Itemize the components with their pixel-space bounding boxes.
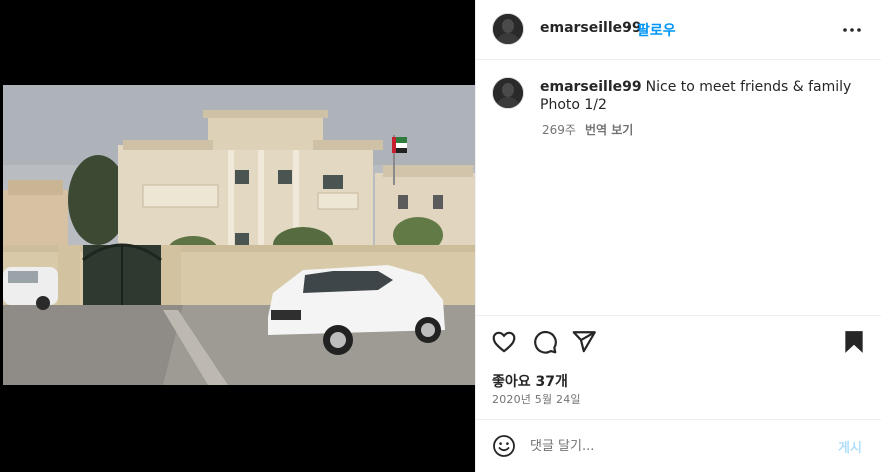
- comment-icon[interactable]: [532, 329, 558, 355]
- post-header: emarseille99 • 팔로우: [476, 0, 881, 60]
- caption-avatar[interactable]: [492, 77, 524, 109]
- more-horizontal-icon[interactable]: [840, 20, 864, 40]
- follow-button[interactable]: 팔로우: [637, 20, 676, 40]
- header-separator: •: [625, 20, 634, 36]
- caption-text-block: emarseille99 Nice to meet friends & famil…: [540, 78, 864, 114]
- avatar-image: [493, 14, 523, 44]
- post-details-panel: emarseille99 • 팔로우 emarseille99 Nice to m…: [475, 0, 881, 472]
- likes-count[interactable]: 좋아요 37개: [492, 371, 568, 391]
- caption-avatar-image: [493, 78, 523, 108]
- post-photo[interactable]: [3, 85, 475, 385]
- comment-input[interactable]: [530, 434, 820, 458]
- comment-bar: 게시: [476, 419, 881, 472]
- caption-username[interactable]: emarseille99: [540, 79, 642, 95]
- actions-divider: [476, 315, 881, 316]
- street-view-photo: [3, 85, 475, 385]
- translate-button[interactable]: 번역 보기: [585, 121, 633, 138]
- bookmark-icon[interactable]: [841, 329, 867, 355]
- send-icon[interactable]: [571, 329, 597, 355]
- caption-age: 269주: [542, 123, 576, 137]
- post-media-panel: [0, 0, 475, 472]
- emoji-icon[interactable]: [492, 434, 516, 458]
- post-date[interactable]: 2020년 5월 24일: [492, 391, 581, 407]
- post-comment-button[interactable]: 게시: [838, 437, 862, 456]
- avatar[interactable]: [492, 13, 524, 45]
- heart-icon[interactable]: [491, 329, 517, 355]
